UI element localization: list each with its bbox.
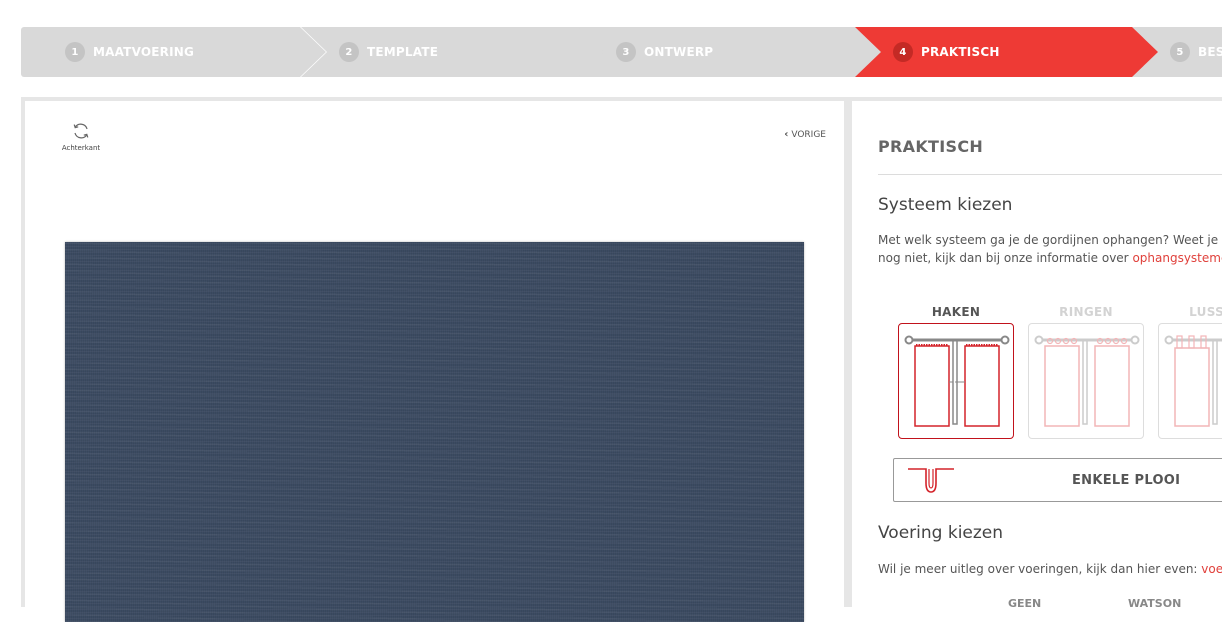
single-pleat-icon xyxy=(908,468,954,493)
panel-title: PRAKTISCH xyxy=(878,137,984,156)
backside-label: Achterkant xyxy=(61,144,101,152)
step-label: PRAKTISCH xyxy=(921,45,1000,59)
pleat-label: ENKELE PLOOI xyxy=(1072,473,1181,488)
pleat-selector[interactable]: ENKELE PLOOI xyxy=(893,458,1222,502)
step-number: 1 xyxy=(65,42,85,62)
progress-steps: 1 MAATVOERING 2 TEMPLATE 3 ONTWERP 4 PRA… xyxy=(21,27,1222,77)
backside-toggle[interactable]: Achterkant xyxy=(59,121,103,152)
step-number: 5 xyxy=(1170,42,1190,62)
step-number: 4 xyxy=(893,42,913,62)
ophangsystemen-link[interactable]: ophangsystemen xyxy=(1132,251,1222,265)
lining-text-prefix: Wil je meer uitleg over voeringen, kijk … xyxy=(878,562,1202,576)
step-label: TEMPLATE xyxy=(367,45,439,59)
curtain-fabric-preview xyxy=(65,242,804,622)
previous-label: VORIGE xyxy=(791,130,826,140)
chevron-left-icon: ‹ xyxy=(784,129,789,140)
rotate-icon xyxy=(73,123,89,139)
divider xyxy=(878,174,1222,175)
options-panel: PRAKTISCH Systeem kiezen Met welk systee… xyxy=(848,97,1222,607)
system-text-line2: nog niet, kijk dan bij onze informatie o… xyxy=(878,249,1222,267)
hooks-curtain-icon xyxy=(904,335,1010,427)
previous-link[interactable]: ‹ VORIGE xyxy=(784,129,826,140)
step-label: ONTWERP xyxy=(644,45,714,59)
system-text-prefix: nog niet, kijk dan bij onze informatie o… xyxy=(878,251,1133,265)
option-label-ringen: RINGEN xyxy=(1059,305,1113,319)
option-ringen[interactable] xyxy=(1028,323,1144,439)
step-template[interactable]: 2 TEMPLATE xyxy=(301,27,606,77)
system-text-line1: Met welk systeem ga je de gordijnen opha… xyxy=(878,233,1222,247)
step-ontwerp[interactable]: 3 ONTWERP xyxy=(578,27,883,77)
lining-heading: Voering kiezen xyxy=(878,523,1004,543)
preview-panel: Achterkant ‹ VORIGE xyxy=(21,97,848,622)
system-heading: Systeem kiezen xyxy=(878,195,1013,215)
option-label-haken: HAKEN xyxy=(931,305,981,319)
step-praktisch[interactable]: 4 PRAKTISCH xyxy=(855,27,1160,77)
step-number: 3 xyxy=(616,42,636,62)
lining-description: Wil je meer uitleg over voeringen, kijk … xyxy=(878,560,1222,578)
step-number: 2 xyxy=(339,42,359,62)
system-description: Met welk systeem ga je de gordijnen opha… xyxy=(878,231,1222,267)
option-label-lussen: LUSSEN xyxy=(1189,305,1222,319)
step-maatvoering[interactable]: 1 MAATVOERING xyxy=(21,27,326,77)
option-lussen[interactable] xyxy=(1158,323,1222,439)
step-label: BESTELLEN xyxy=(1198,45,1222,59)
loops-curtain-icon xyxy=(1164,335,1222,427)
step-label: MAATVOERING xyxy=(93,45,195,59)
option-haken[interactable] xyxy=(898,323,1014,439)
rings-curtain-icon xyxy=(1034,335,1140,427)
voeringen-link[interactable]: voeringen xyxy=(1201,562,1222,576)
